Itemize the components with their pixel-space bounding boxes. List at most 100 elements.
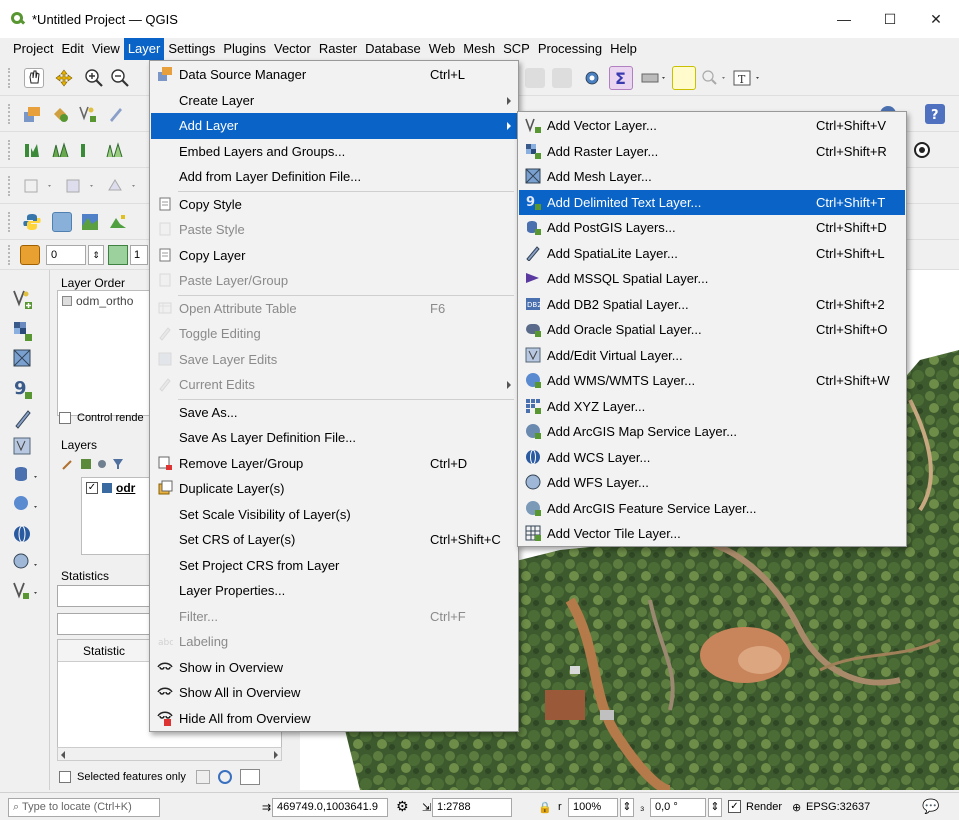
layer-menu-item[interactable]: Save As Layer Definition File... bbox=[151, 425, 517, 451]
rotation-field[interactable]: 0,0 ° bbox=[650, 798, 706, 817]
lock-scale-icon[interactable]: 🔒 bbox=[538, 801, 552, 814]
zoom-in-icon[interactable] bbox=[84, 68, 104, 88]
menu-help[interactable]: Help bbox=[606, 38, 641, 60]
menu-settings[interactable]: Settings bbox=[164, 38, 219, 60]
layer-menu-item[interactable]: Create Layer bbox=[151, 88, 517, 114]
select-by-area-icon[interactable] bbox=[106, 176, 135, 196]
menu-view[interactable]: View bbox=[88, 38, 124, 60]
table-icon[interactable] bbox=[525, 68, 545, 88]
spin-value-field[interactable]: 0 bbox=[46, 245, 86, 265]
menu-edit[interactable]: Edit bbox=[57, 38, 87, 60]
zoom-out-icon[interactable] bbox=[110, 68, 130, 88]
add-layer-item[interactable]: 9 Add Delimited Text Layer... Ctrl+Shift+T bbox=[519, 189, 905, 215]
add-layer-item[interactable]: Add Oracle Spatial Layer... Ctrl+Shift+O bbox=[519, 317, 905, 343]
help-icon[interactable]: ? bbox=[925, 104, 945, 124]
spin-value-field-2[interactable]: 1 bbox=[130, 245, 148, 265]
menu-database[interactable]: Database bbox=[361, 38, 425, 60]
add-layer-item[interactable]: Add Raster Layer... Ctrl+Shift+R bbox=[519, 139, 905, 165]
menu-raster[interactable]: Raster bbox=[315, 38, 361, 60]
add-raster-layer-icon[interactable] bbox=[12, 320, 34, 342]
add-wfs-icon[interactable] bbox=[12, 552, 37, 574]
toolbar-grip[interactable] bbox=[8, 176, 11, 196]
spin-arrows[interactable]: ⇕ bbox=[88, 245, 104, 265]
pan-to-selection-icon[interactable] bbox=[54, 68, 74, 88]
layer-menu-item[interactable]: Add from Layer Definition File... bbox=[151, 164, 517, 190]
layer-menu-item[interactable]: abc Labeling bbox=[151, 629, 517, 655]
layer-menu-item[interactable]: Data Source Manager Ctrl+L bbox=[151, 62, 517, 88]
add-layer-item[interactable]: Add Vector Layer... Ctrl+Shift+V bbox=[519, 113, 905, 139]
layer-visibility-checkbox[interactable]: ✓ bbox=[86, 482, 98, 494]
raster-terrain-icon[interactable] bbox=[80, 212, 100, 232]
raster-stretch-icon[interactable] bbox=[78, 140, 98, 160]
minimize-button[interactable]: — bbox=[821, 0, 867, 38]
layer-order-list[interactable]: odm_ortho bbox=[57, 290, 151, 416]
layer-menu-item[interactable]: Toggle Editing bbox=[151, 321, 517, 347]
statistic-column-header[interactable]: Statistic bbox=[58, 640, 151, 662]
coordinate-field[interactable]: 469749.0,1003641.9 bbox=[272, 798, 388, 817]
identify-icon[interactable] bbox=[552, 68, 572, 88]
digitize-icon[interactable] bbox=[22, 176, 51, 196]
rotation-spin-icon[interactable]: ⇕ bbox=[708, 798, 722, 817]
selected-features-row[interactable]: Selected features only bbox=[59, 769, 260, 785]
add-delimited-text-icon[interactable]: 9 bbox=[12, 378, 34, 400]
layer-menu-item[interactable]: Add Layer bbox=[151, 113, 517, 139]
refresh-icon[interactable] bbox=[217, 770, 232, 784]
add-layer-item[interactable]: Add PostGIS Layers... Ctrl+Shift+D bbox=[519, 215, 905, 241]
layer-menu-item[interactable]: Open Attribute Table F6 bbox=[151, 296, 517, 322]
crs-label[interactable]: EPSG:32637 bbox=[806, 801, 870, 813]
layer-menu-item[interactable]: Paste Layer/Group bbox=[151, 268, 517, 294]
toolbar-grip[interactable] bbox=[8, 212, 11, 232]
layer-menu-item[interactable]: Set Scale Visibility of Layer(s) bbox=[151, 502, 517, 528]
measure-icon[interactable] bbox=[640, 68, 665, 88]
extents-toggle-icon[interactable]: ⚙ bbox=[396, 798, 409, 815]
raster-stretch2-icon[interactable] bbox=[104, 140, 124, 160]
toolbar-grip[interactable] bbox=[8, 104, 11, 124]
new-vector-icon[interactable] bbox=[12, 580, 37, 602]
horizontal-scrollbar[interactable] bbox=[57, 747, 282, 761]
magnifier-field[interactable]: 100% bbox=[568, 798, 618, 817]
georef-icon[interactable] bbox=[52, 212, 72, 232]
menu-web[interactable]: Web bbox=[425, 38, 460, 60]
add-layer-item[interactable]: Add WFS Layer... bbox=[519, 470, 905, 496]
python-console-icon[interactable] bbox=[22, 212, 42, 232]
add-layer-item[interactable]: Add/Edit Virtual Layer... bbox=[519, 343, 905, 369]
temporal-controller-icon[interactable] bbox=[20, 245, 40, 265]
layer-menu-item[interactable]: Current Edits bbox=[151, 372, 517, 398]
scroll-right-arrow-icon[interactable] bbox=[274, 751, 278, 759]
layers-tree[interactable]: ✓ odr bbox=[81, 477, 153, 555]
scroll-left-arrow-icon[interactable] bbox=[61, 751, 65, 759]
record-icon[interactable] bbox=[912, 140, 932, 160]
add-layer-item[interactable]: Add XYZ Layer... bbox=[519, 394, 905, 420]
layer-menu-item[interactable]: Set Project CRS from Layer bbox=[151, 553, 517, 579]
add-wms-icon[interactable] bbox=[12, 494, 37, 516]
text-annotation-icon[interactable]: T bbox=[732, 68, 759, 88]
menu-plugins[interactable]: Plugins bbox=[219, 38, 270, 60]
spatialite-toolbar-icon[interactable] bbox=[106, 104, 126, 124]
map-tips-icon[interactable] bbox=[672, 66, 696, 90]
layer-menu-item[interactable]: Hide All from Overview bbox=[151, 706, 517, 732]
menu-processing[interactable]: Processing bbox=[534, 38, 606, 60]
raster-calc-icon[interactable] bbox=[22, 140, 42, 160]
layers-tree-item[interactable]: ✓ odr bbox=[86, 481, 135, 495]
add-layer-item[interactable]: Add Vector Tile Layer... bbox=[519, 521, 905, 547]
more-options-button[interactable] bbox=[239, 769, 260, 785]
pan-icon[interactable] bbox=[24, 68, 44, 88]
add-layer-item[interactable]: Add WCS Layer... bbox=[519, 445, 905, 471]
data-source-manager-icon[interactable] bbox=[22, 104, 42, 124]
layer-menu-item[interactable]: Layer Properties... bbox=[151, 578, 517, 604]
messages-icon[interactable]: 💬 bbox=[922, 798, 939, 815]
checkbox-icon[interactable] bbox=[62, 296, 72, 306]
add-virtual-layer-icon[interactable] bbox=[12, 436, 34, 458]
add-mesh-layer-icon[interactable] bbox=[12, 348, 34, 370]
raster-hist-icon[interactable] bbox=[50, 140, 70, 160]
settings-gear-icon[interactable] bbox=[582, 68, 602, 88]
menu-scp[interactable]: SCP bbox=[499, 38, 534, 60]
layer-menu-item[interactable]: Set CRS of Layer(s) Ctrl+Shift+C bbox=[151, 527, 517, 553]
add-spatialite-icon[interactable] bbox=[12, 408, 34, 430]
selected-features-checkbox[interactable] bbox=[59, 771, 71, 783]
new-layer-icon[interactable] bbox=[50, 104, 70, 124]
add-layer-item[interactable]: Add ArcGIS Map Service Layer... bbox=[519, 419, 905, 445]
maximize-button[interactable]: ☐ bbox=[867, 0, 913, 38]
add-postgis-icon[interactable] bbox=[12, 464, 37, 486]
layer-menu-item[interactable]: Remove Layer/Group Ctrl+D bbox=[151, 451, 517, 477]
